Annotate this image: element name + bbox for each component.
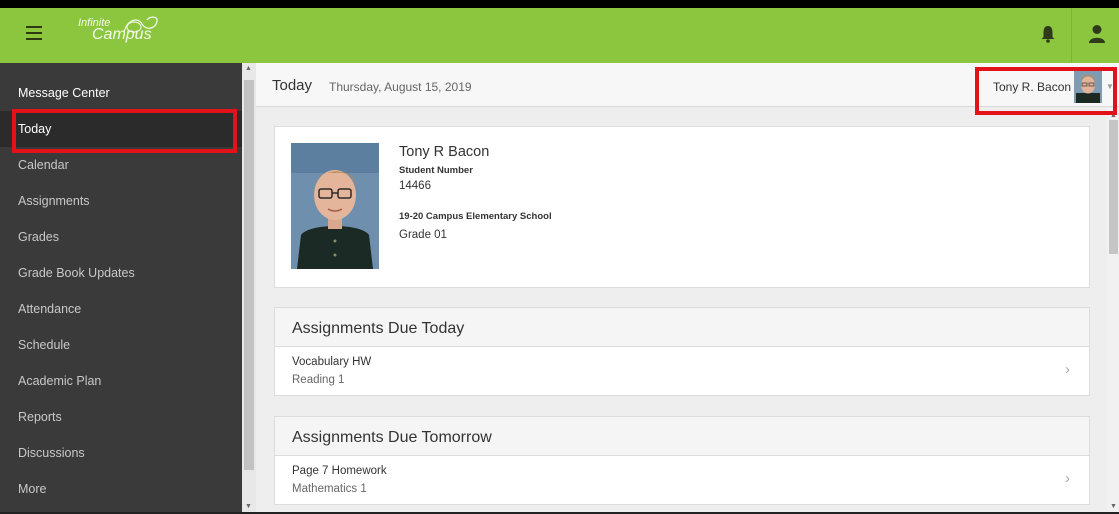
student-number: 14466 [399, 180, 431, 192]
chevron-down-icon: ▼ [1106, 82, 1114, 91]
logo-swoosh-icon [123, 16, 158, 33]
sidebar-item-more[interactable]: More [0, 471, 242, 507]
user-avatar [1074, 71, 1102, 103]
assignment-row[interactable]: Vocabulary HW Reading 1 › [274, 347, 1090, 396]
top-bar: Infinite Campus [0, 8, 1119, 63]
sidebar-item-assignments[interactable]: Assignments [0, 183, 242, 219]
page-title: Today [272, 77, 313, 94]
student-name: Tony R Bacon [399, 144, 490, 160]
user-icon[interactable] [1088, 24, 1106, 44]
main-scroll-down-arrow-icon[interactable]: ▼ [1110, 503, 1117, 510]
sidebar-item-academic-plan[interactable]: Academic Plan [0, 363, 242, 399]
student-info-card: Tony R Bacon Student Number 14466 19-20 … [274, 126, 1090, 288]
main-scroll-up-arrow-icon[interactable]: ▲ [1110, 112, 1117, 119]
chevron-right-icon: › [1065, 470, 1070, 487]
sidebar-item-grades[interactable]: Grades [0, 219, 242, 255]
student-photo [291, 143, 379, 269]
scroll-up-arrow-icon[interactable]: ▲ [245, 65, 252, 72]
assignment-course: Mathematics 1 [292, 483, 367, 495]
sidebar-scrollbar-thumb[interactable] [244, 80, 254, 470]
app-window: Infinite Campus Message Center Today Cal… [0, 8, 1119, 514]
hamburger-menu-icon[interactable] [26, 26, 42, 40]
sidebar-item-calendar[interactable]: Calendar [0, 147, 242, 183]
sidebar-item-discussions[interactable]: Discussions [0, 435, 242, 471]
sidebar-nav: Message Center Today Calendar Assignment… [0, 63, 242, 514]
section-header-due-tomorrow: Assignments Due Tomorrow [274, 416, 1090, 456]
sidebar-item-today[interactable]: Today [0, 111, 242, 147]
bell-icon[interactable] [1041, 25, 1055, 43]
sidebar-item-grade-book-updates[interactable]: Grade Book Updates [0, 255, 242, 291]
sidebar-item-schedule[interactable]: Schedule [0, 327, 242, 363]
chevron-right-icon: › [1065, 361, 1070, 378]
sidebar-item-message-center[interactable]: Message Center [0, 75, 242, 111]
assignment-course: Reading 1 [292, 374, 345, 386]
user-switcher-button[interactable]: Tony R. Bacon ▼ [988, 71, 1114, 103]
sidebar-item-reports[interactable]: Reports [0, 399, 242, 435]
section-title: Assignments Due Today [292, 320, 465, 337]
sidebar-item-attendance[interactable]: Attendance [0, 291, 242, 327]
main-scrollbar-thumb[interactable] [1109, 120, 1118, 254]
student-number-label: Student Number [399, 165, 473, 176]
section-header-due-today: Assignments Due Today [274, 307, 1090, 347]
page-date: Thursday, August 15, 2019 [329, 80, 472, 94]
page-header: Today Thursday, August 15, 2019 Tony R. … [256, 63, 1119, 107]
assignment-name: Vocabulary HW [292, 356, 372, 368]
user-name: Tony R. Bacon [993, 80, 1072, 94]
school-name: 19-20 Campus Elementary School [399, 211, 552, 222]
grade-level: Grade 01 [399, 229, 447, 241]
section-title: Assignments Due Tomorrow [292, 429, 492, 446]
assignment-name: Page 7 Homework [292, 465, 387, 477]
topbar-divider [1071, 8, 1072, 63]
scroll-down-arrow-icon[interactable]: ▼ [245, 503, 252, 510]
assignment-row[interactable]: Page 7 Homework Mathematics 1 › [274, 456, 1090, 505]
